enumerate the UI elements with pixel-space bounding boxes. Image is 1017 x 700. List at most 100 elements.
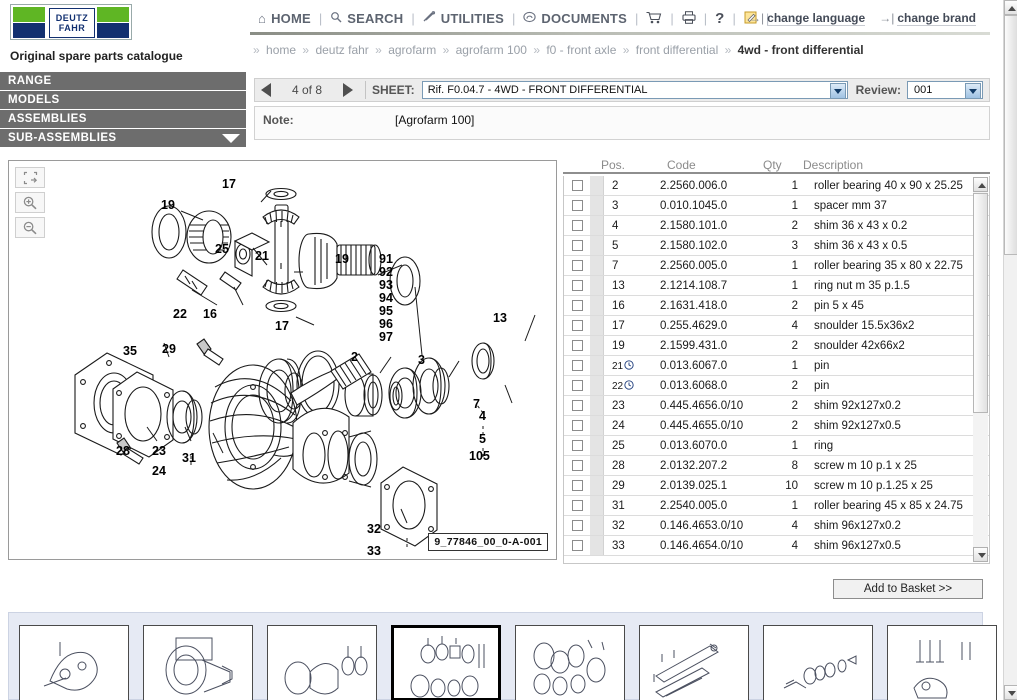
- row-select-checkbox[interactable]: [564, 280, 590, 291]
- row-select-checkbox[interactable]: [564, 320, 590, 331]
- chevron-down-icon[interactable]: [965, 83, 981, 99]
- cell-pos: 19: [612, 339, 625, 352]
- row-select-checkbox[interactable]: [564, 240, 590, 251]
- parts-scroll-down-button[interactable]: [973, 547, 988, 562]
- breadcrumb-item-range[interactable]: agrofarm: [388, 43, 436, 57]
- sidebar-item-sub-assemblies[interactable]: SUB-ASSEMBLIES: [0, 129, 246, 147]
- nav-cart[interactable]: [638, 11, 670, 26]
- row-select-checkbox[interactable]: [564, 540, 590, 551]
- thumbnail-item[interactable]: [887, 625, 997, 700]
- row-select-checkbox[interactable]: [564, 480, 590, 491]
- change-brand-link[interactable]: →| change brand: [879, 11, 976, 26]
- next-sheet-button[interactable]: [337, 79, 359, 101]
- nav-documents[interactable]: DOCUMENTS: [515, 11, 635, 26]
- cell-description: shim 92x127x0.5: [814, 419, 901, 432]
- cell-qty: 1: [791, 499, 798, 512]
- cell-qty: 2: [791, 419, 798, 432]
- nav-help[interactable]: ?: [707, 11, 732, 26]
- table-row[interactable]: 17 0.255.4629.0 4 snoulder 15.5x36x2: [564, 316, 989, 336]
- table-row[interactable]: 2 2.2560.006.0 1 roller bearing 40 x 90 x 2…: [564, 176, 989, 196]
- table-row[interactable]: 19 2.1599.431.0 2 snoulder 42x66x2: [564, 336, 989, 356]
- parts-list-body[interactable]: 2 2.2560.006.0 1 roller bearing 40 x 90 x 2…: [563, 176, 990, 564]
- parts-scroll-thumb[interactable]: [973, 193, 988, 413]
- page-scrollbar[interactable]: [1003, 0, 1017, 700]
- breadcrumb-item-subassembly[interactable]: front differential: [636, 43, 719, 57]
- callout-17a: 17: [222, 177, 236, 191]
- sidebar-item-models[interactable]: MODELS: [0, 91, 246, 109]
- breadcrumb-item-model[interactable]: agrofarm 100: [456, 43, 527, 57]
- row-select-checkbox[interactable]: [564, 420, 590, 431]
- table-row[interactable]: 32 0.146.4653.0/10 4 shim 96x127x0.2: [564, 516, 989, 536]
- row-select-checkbox[interactable]: [564, 300, 590, 311]
- row-select-checkbox[interactable]: [564, 460, 590, 471]
- row-grip: [590, 456, 604, 475]
- table-row[interactable]: 29 2.0139.025.1 10 screw m 10 p.1.25 x 25: [564, 476, 989, 496]
- table-row[interactable]: 33 0.146.4654.0/10 4 shim 96x127x0.5: [564, 536, 989, 556]
- review-select[interactable]: 001: [907, 81, 983, 99]
- row-grip: [590, 416, 604, 435]
- table-row[interactable]: 5 2.1580.102.0 3 shim 36 x 43 x 0.5: [564, 236, 989, 256]
- table-row[interactable]: 4 2.1580.101.0 2 shim 36 x 43 x 0.2: [564, 216, 989, 236]
- table-row[interactable]: 21 0.013.6067.0 1 pin: [564, 356, 989, 376]
- table-row[interactable]: 25 0.013.6070.0 1 ring: [564, 436, 989, 456]
- table-row[interactable]: 24 0.445.4655.0/10 2 shim 92x127x0.5: [564, 416, 989, 436]
- row-select-checkbox[interactable]: [564, 180, 590, 191]
- thumbnail-item[interactable]: [19, 625, 129, 700]
- table-row[interactable]: 31 2.2540.005.0 1 roller bearing 45 x 85 x …: [564, 496, 989, 516]
- parts-list-scrollbar[interactable]: [973, 177, 988, 562]
- row-select-checkbox[interactable]: [564, 220, 590, 231]
- change-language-link[interactable]: →| change language: [749, 11, 866, 26]
- thumbnail-item[interactable]: [515, 625, 625, 700]
- page-scroll-down-button[interactable]: [1004, 685, 1017, 700]
- thumbnail-item[interactable]: [763, 625, 873, 700]
- thumbnail-item[interactable]: [391, 625, 501, 700]
- table-row[interactable]: 7 2.2560.005.0 1 roller bearing 35 x 80 x 2…: [564, 256, 989, 276]
- change-language-label[interactable]: change language: [767, 11, 866, 26]
- nav-search-label: SEARCH: [347, 10, 404, 26]
- row-select-checkbox[interactable]: [564, 260, 590, 271]
- row-select-checkbox[interactable]: [564, 440, 590, 451]
- zoom-in-icon[interactable]: [15, 192, 45, 213]
- thumbnail-item[interactable]: [639, 625, 749, 700]
- add-to-basket-button[interactable]: Add to Basket >>: [833, 579, 983, 599]
- parts-scroll-up-button[interactable]: [973, 177, 988, 192]
- row-select-checkbox[interactable]: [564, 200, 590, 211]
- thumbnail-item[interactable]: [267, 625, 377, 700]
- sheet-select[interactable]: Rif. F0.04.7 - 4WD - FRONT DIFFERENTIAL: [421, 81, 848, 99]
- nav-home[interactable]: ⌂ HOME: [250, 11, 319, 26]
- nav-print[interactable]: [674, 10, 704, 26]
- callout-24: 24: [152, 464, 166, 478]
- breadcrumb-item-home[interactable]: home: [266, 43, 296, 57]
- table-row[interactable]: 22 0.013.6068.0 2 pin: [564, 376, 989, 396]
- cell-description: ring nut m 35 p.1.5: [814, 279, 910, 292]
- nav-utilities[interactable]: UTILITIES: [415, 11, 512, 26]
- thumbnail-item[interactable]: [143, 625, 253, 700]
- chevron-down-icon[interactable]: [829, 83, 846, 99]
- zoom-out-icon[interactable]: [15, 217, 45, 238]
- table-row[interactable]: 28 2.0132.207.2 8 screw m 10 p.1 x 25: [564, 456, 989, 476]
- row-select-checkbox[interactable]: [564, 520, 590, 531]
- parts-rows-container: 2 2.2560.006.0 1 roller bearing 40 x 90 x 2…: [564, 176, 989, 556]
- table-row[interactable]: 16 2.1631.418.0 2 pin 5 x 45: [564, 296, 989, 316]
- row-select-checkbox[interactable]: [564, 380, 590, 391]
- page-scroll-thumb[interactable]: [1004, 15, 1017, 255]
- row-select-checkbox[interactable]: [564, 400, 590, 411]
- row-select-checkbox[interactable]: [564, 360, 590, 371]
- row-select-checkbox[interactable]: [564, 340, 590, 351]
- exploded-view-drawing[interactable]: 17 19 25 21 19 91 92 93 94 95 96 97 22 1…: [57, 165, 552, 558]
- breadcrumb-item-assembly[interactable]: f0 - front axle: [546, 43, 616, 57]
- row-select-checkbox[interactable]: [564, 500, 590, 511]
- change-brand-label[interactable]: change brand: [897, 11, 976, 26]
- previous-sheet-button[interactable]: [255, 79, 277, 101]
- fit-to-screen-icon[interactable]: [15, 167, 45, 188]
- page-scroll-up-button[interactable]: [1004, 0, 1017, 15]
- sidebar-item-assemblies[interactable]: ASSEMBLIES: [0, 110, 246, 128]
- note-value: [Agrofarm 100]: [395, 113, 475, 127]
- nav-search[interactable]: SEARCH: [322, 11, 411, 26]
- table-row[interactable]: 13 2.1214.108.7 1 ring nut m 35 p.1.5: [564, 276, 989, 296]
- breadcrumb-item-brand[interactable]: deutz fahr: [315, 43, 368, 57]
- sidebar-item-range[interactable]: RANGE: [0, 72, 246, 90]
- table-row[interactable]: 23 0.445.4656.0/10 2 shim 92x127x0.2: [564, 396, 989, 416]
- cell-code: 2.1631.418.0: [660, 299, 728, 312]
- table-row[interactable]: 3 0.010.1045.0 1 spacer mm 37: [564, 196, 989, 216]
